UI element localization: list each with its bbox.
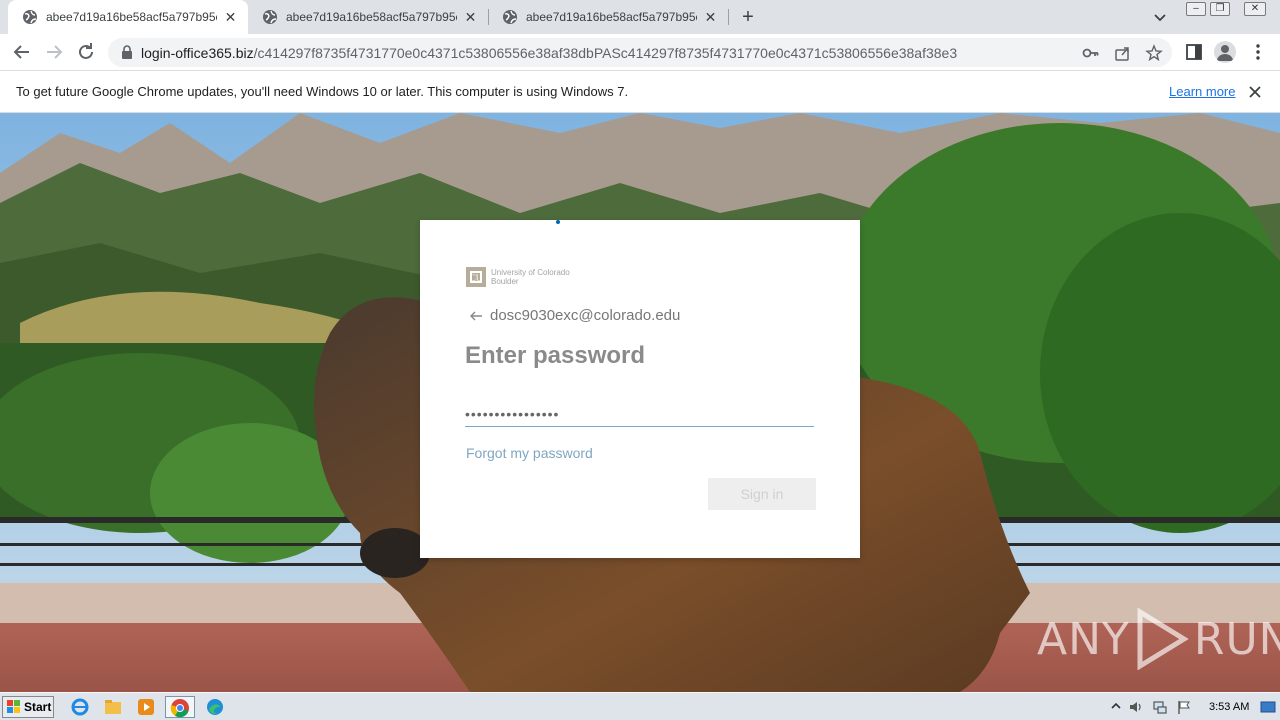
anyrun-watermark: ANY RUN bbox=[1037, 608, 1280, 670]
page-title: Enter password bbox=[465, 342, 646, 369]
start-label: Start bbox=[24, 700, 52, 714]
internet-explorer-icon[interactable] bbox=[70, 697, 90, 717]
url-text[interactable]: login-office365.biz/c414297f8735f4731770… bbox=[141, 45, 957, 61]
identity-banner[interactable]: dosc9030exc@colorado.edu bbox=[468, 307, 680, 324]
cu-logo-icon: CU bbox=[466, 267, 486, 287]
minimize-icon[interactable]: – bbox=[1186, 2, 1206, 16]
password-field[interactable] bbox=[465, 395, 814, 427]
address-bar[interactable]: login-office365.biz/c414297f8735f4731770… bbox=[108, 38, 1172, 67]
edge-icon[interactable] bbox=[205, 697, 225, 717]
browser-toolbar: login-office365.biz/c414297f8735f4731770… bbox=[0, 34, 1280, 71]
action-center-flag-icon[interactable] bbox=[1176, 699, 1192, 715]
forgot-password-link[interactable]: Forgot my password bbox=[466, 445, 593, 461]
watermark-left: ANY bbox=[1037, 613, 1130, 665]
play-logo-icon bbox=[1137, 608, 1189, 670]
tab-title: abee7d19a16be58acf5a797b95e34c bbox=[526, 10, 697, 24]
close-tab-icon[interactable]: ✕ bbox=[463, 9, 478, 25]
windows-taskbar: Start 3:53 AM bbox=[0, 692, 1280, 720]
restore-icon[interactable]: ❐ bbox=[1210, 2, 1230, 16]
account-email: dosc9030exc@colorado.edu bbox=[490, 307, 681, 324]
close-tab-icon[interactable]: ✕ bbox=[703, 9, 718, 25]
university-logo: CU University of Colorado Boulder bbox=[465, 264, 585, 290]
logo-line-2: Boulder bbox=[491, 277, 519, 286]
tray-expand-icon[interactable] bbox=[1108, 699, 1124, 715]
tab-3[interactable]: abee7d19a16be58acf5a797b95e34c ✕ bbox=[488, 0, 728, 34]
globe-icon bbox=[23, 10, 37, 24]
side-panel-icon[interactable] bbox=[1184, 42, 1204, 62]
page-content: CU University of Colorado Boulder dosc90… bbox=[0, 113, 1280, 692]
chevron-down-icon[interactable] bbox=[1150, 7, 1170, 27]
close-window-icon[interactable]: ✕ bbox=[1244, 2, 1266, 16]
profile-avatar-icon[interactable] bbox=[1214, 41, 1236, 63]
network-icon[interactable] bbox=[1152, 699, 1168, 715]
progress-indicator bbox=[556, 220, 560, 224]
show-desktop-icon[interactable] bbox=[1260, 699, 1276, 715]
close-icon[interactable] bbox=[1247, 84, 1263, 100]
logo-line-1: University of Colorado bbox=[491, 268, 570, 277]
share-icon[interactable] bbox=[1114, 44, 1132, 62]
chrome-taskbar-button[interactable] bbox=[165, 696, 195, 718]
infobar-message: To get future Google Chrome updates, you… bbox=[16, 84, 629, 99]
back-arrow-icon[interactable] bbox=[468, 308, 484, 324]
globe-icon bbox=[503, 10, 517, 24]
start-button[interactable]: Start bbox=[2, 696, 54, 718]
tab-title: abee7d19a16be58acf5a797b95e34c bbox=[286, 10, 457, 24]
star-icon[interactable] bbox=[1145, 44, 1163, 62]
chrome-icon bbox=[170, 699, 189, 718]
reload-icon[interactable] bbox=[74, 40, 98, 64]
volume-icon[interactable] bbox=[1128, 699, 1144, 715]
lock-icon[interactable] bbox=[120, 45, 134, 60]
back-icon[interactable] bbox=[10, 40, 34, 64]
globe-icon bbox=[263, 10, 277, 24]
forward-icon[interactable] bbox=[42, 40, 66, 64]
learn-more-link[interactable]: Learn more bbox=[1169, 84, 1235, 99]
svg-text:CU: CU bbox=[470, 273, 483, 283]
tab-separator bbox=[728, 9, 729, 25]
update-infobar: To get future Google Chrome updates, you… bbox=[0, 71, 1280, 113]
file-explorer-icon[interactable] bbox=[103, 697, 123, 717]
close-tab-icon[interactable]: ✕ bbox=[223, 9, 238, 25]
windows-logo-icon bbox=[7, 700, 20, 713]
key-icon[interactable] bbox=[1082, 44, 1100, 62]
tab-1[interactable]: abee7d19a16be58acf5a797b95e34c ✕ bbox=[8, 0, 248, 34]
url-path: /c414297f8735f4731770e0c4371c53806556e38… bbox=[253, 45, 958, 61]
login-card: CU University of Colorado Boulder dosc90… bbox=[420, 220, 860, 558]
system-clock[interactable]: 3:53 AM bbox=[1209, 701, 1249, 713]
more-menu-icon[interactable] bbox=[1248, 42, 1268, 62]
url-host: login-office365.biz bbox=[141, 45, 254, 61]
tab-strip: abee7d19a16be58acf5a797b95e34c ✕ abee7d1… bbox=[0, 0, 1280, 34]
sign-in-button[interactable]: Sign in bbox=[708, 478, 816, 510]
watermark-right: RUN bbox=[1193, 613, 1280, 665]
tab-title: abee7d19a16be58acf5a797b95e34c bbox=[46, 10, 217, 24]
media-player-icon[interactable] bbox=[136, 697, 156, 717]
new-tab-button[interactable]: + bbox=[736, 5, 760, 29]
tab-2[interactable]: abee7d19a16be58acf5a797b95e34c ✕ bbox=[248, 0, 488, 34]
